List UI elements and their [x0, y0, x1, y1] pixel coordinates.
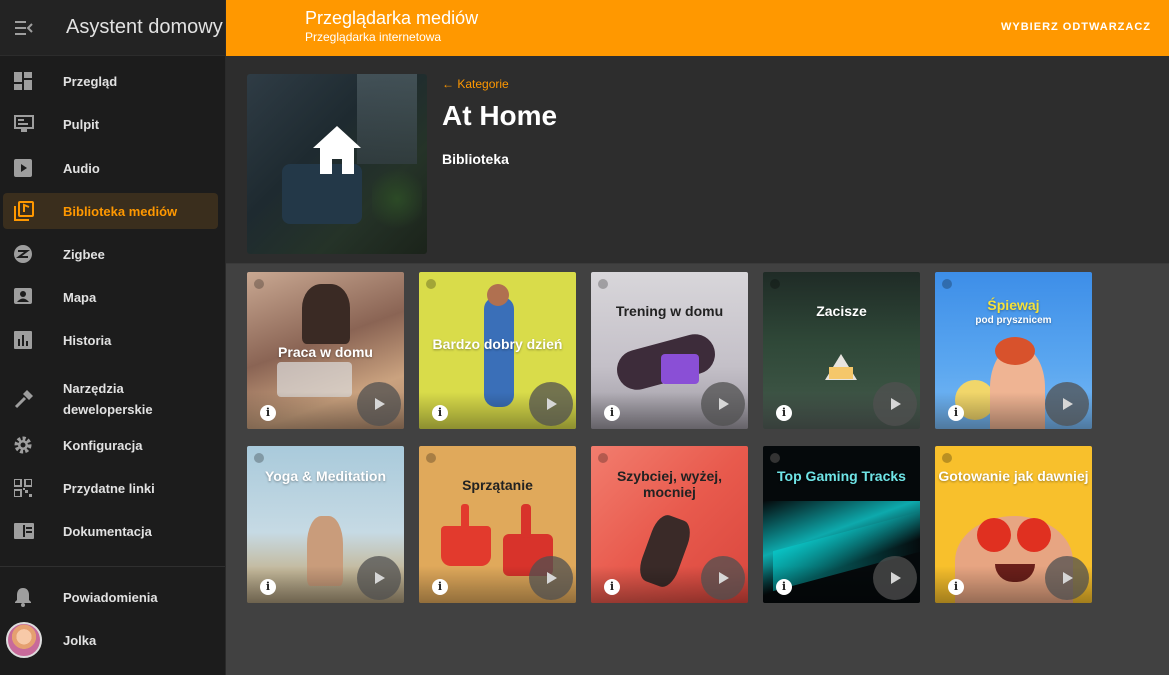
play-button[interactable] [529, 382, 573, 426]
info-icon[interactable]: i [948, 579, 964, 595]
sidebar-item-label: Zigbee [63, 246, 105, 262]
play-button[interactable] [357, 382, 401, 426]
page-subtitle: Przeglądarka internetowa [305, 30, 442, 44]
category-thumbnail [247, 74, 427, 254]
sidebar-item-configuration[interactable]: Konfiguracja [3, 427, 218, 463]
app-title: Asystent domowy [66, 16, 223, 38]
sidebar-item-label: Konfiguracja [63, 437, 143, 453]
info-icon[interactable]: i [432, 405, 448, 421]
play-button[interactable] [1045, 382, 1089, 426]
dashboard-icon [3, 69, 45, 93]
info-icon[interactable]: i [948, 405, 964, 421]
sidebar-item-label: Mapa [63, 289, 97, 305]
sidebar-header: Asystent domowy [0, 0, 225, 56]
avatar [6, 622, 42, 658]
play-button[interactable] [1045, 556, 1089, 600]
play-button[interactable] [357, 556, 401, 600]
info-icon[interactable]: i [776, 579, 792, 595]
playlist-card[interactable]: Praca w domu i [247, 272, 404, 429]
arrow-left-icon: ← [442, 77, 458, 91]
info-icon[interactable]: i [604, 579, 620, 595]
sidebar-item-label: Przydatne linki [63, 480, 155, 496]
media-header: ← Kategorie At Home Biblioteka [226, 56, 1169, 264]
sidebar-item-label: Audio [63, 160, 100, 176]
playlist-card[interactable]: Gotowanie jak dawniej i [935, 446, 1092, 603]
playlist-card[interactable]: Bardzo dobry dzień i [419, 272, 576, 429]
account-box-icon [3, 285, 45, 309]
home-icon [313, 126, 361, 174]
playlist-title: Gotowanie jak dawniej [938, 468, 1089, 484]
playlist-title: Śpiewaj pod prysznicem [975, 297, 1052, 326]
info-icon[interactable]: i [776, 405, 792, 421]
cog-icon [3, 433, 45, 457]
category-subtitle: Biblioteka [442, 151, 509, 167]
playlist-card[interactable]: Top Gaming Tracks i [763, 446, 920, 603]
sidebar-item-label: Dokumentacja [63, 523, 152, 539]
media-library-icon [3, 199, 45, 223]
sidebar-item-documentation[interactable]: Dokumentacja [3, 513, 218, 549]
sidebar-item-media-library[interactable]: Biblioteka mediów [3, 193, 218, 229]
sidebar-item-developer-tools[interactable]: Narzędzia deweloperskie [3, 376, 218, 422]
sidebar-item-useful-links[interactable]: Przydatne linki [3, 470, 218, 506]
playlist-title: Praca w domu [278, 344, 373, 360]
play-button[interactable] [529, 556, 573, 600]
sidebar-item-label: Narzędzia deweloperskie [63, 381, 153, 417]
playlist-title: Top Gaming Tracks [777, 468, 906, 484]
sidebar: Asystent domowy Przegląd Pulpit Audio Bi… [0, 0, 226, 675]
sidebar-item-zigbee[interactable]: Zigbee [3, 236, 218, 272]
sidebar-item-desktop[interactable]: Pulpit [3, 106, 218, 142]
playlist-card[interactable]: Sprzątanie i [419, 446, 576, 603]
book-icon [3, 519, 45, 543]
info-icon[interactable]: i [432, 579, 448, 595]
sidebar-item-label: Biblioteka mediów [63, 203, 178, 219]
play-button[interactable] [873, 556, 917, 600]
sidebar-item-label: Pulpit [63, 116, 100, 132]
zigbee-icon [3, 242, 45, 266]
qrcode-icon [3, 476, 45, 500]
user-name: Jolka [63, 632, 97, 648]
page-title: Przeglądarka mediów [305, 8, 479, 28]
top-bar: Przeglądarka mediów Przeglądarka interne… [226, 0, 1169, 56]
play-button[interactable] [701, 382, 745, 426]
playlist-title: Trening w domu [615, 303, 724, 319]
info-icon[interactable]: i [604, 405, 620, 421]
sidebar-item-label: Historia [63, 332, 112, 348]
sidebar-item-notifications[interactable]: Powiadomienia [3, 579, 218, 615]
play-button[interactable] [701, 556, 745, 600]
playlist-card[interactable]: Szybciej, wyżej, mocniej i [591, 446, 748, 603]
playlist-title: Sprzątanie [462, 477, 533, 493]
choose-player-button[interactable]: WYBIERZ ODTWARZACZ [1001, 21, 1151, 33]
monitor-icon [3, 112, 45, 136]
notifications-label: Powiadomienia [63, 589, 158, 605]
play-box-icon [3, 156, 45, 180]
sidebar-item-overview[interactable]: Przegląd [3, 63, 218, 99]
sidebar-item-label: Przegląd [63, 73, 118, 89]
category-title: At Home [442, 100, 558, 131]
playlist-title: Yoga & Meditation [264, 468, 387, 484]
sidebar-item-map[interactable]: Mapa [3, 279, 218, 315]
sidebar-item-user[interactable]: Jolka [3, 622, 218, 658]
playlist-title: Szybciej, wyżej, mocniej [616, 468, 723, 500]
info-icon[interactable]: i [260, 405, 276, 421]
bell-icon [3, 585, 45, 609]
menu-toggle-icon[interactable] [0, 0, 48, 56]
sidebar-item-audio[interactable]: Audio [3, 150, 218, 186]
back-link[interactable]: ← Kategorie [442, 77, 509, 91]
playlist-title: Bardzo dobry dzień [432, 336, 563, 352]
playlist-title: Zacisze [816, 303, 867, 319]
playlist-card[interactable]: Zacisze i [763, 272, 920, 429]
chart-bar-icon [3, 328, 45, 352]
playlist-card[interactable]: Trening w domu i [591, 272, 748, 429]
hammer-icon [3, 387, 45, 411]
play-button[interactable] [873, 382, 917, 426]
sidebar-item-history[interactable]: Historia [3, 322, 218, 358]
info-icon[interactable]: i [260, 579, 276, 595]
sidebar-divider [0, 566, 225, 567]
playlist-card[interactable]: Yoga & Meditation i [247, 446, 404, 603]
playlist-card[interactable]: Śpiewaj pod prysznicem i [935, 272, 1092, 429]
